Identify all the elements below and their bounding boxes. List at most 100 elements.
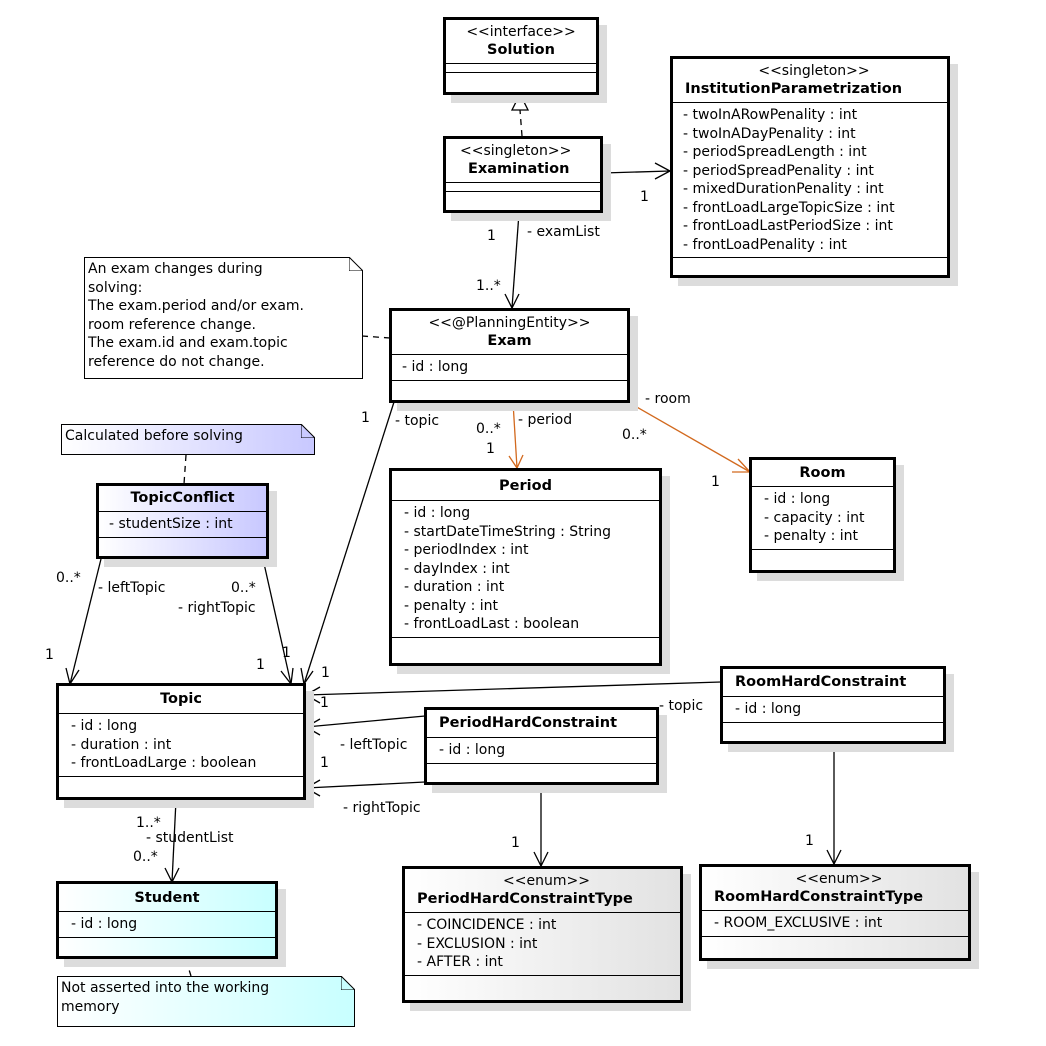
multiplicity-label: 1..* bbox=[476, 278, 501, 294]
attribute-compartment: - id : long bbox=[723, 697, 943, 723]
class-header: <<singleton>> Examination bbox=[446, 139, 600, 183]
class-period-hard-constraint[interactable]: PeriodHardConstraint - id : long bbox=[424, 707, 659, 785]
attribute-compartment: - id : long bbox=[392, 355, 627, 381]
class-header: Topic bbox=[59, 686, 303, 714]
class-student[interactable]: Student - id : long bbox=[56, 881, 278, 959]
stereotype: <<singleton>> bbox=[460, 143, 572, 159]
stereotype: <<interface>> bbox=[466, 24, 576, 40]
operation-compartment bbox=[59, 777, 303, 787]
role-label: - leftTopic bbox=[98, 580, 166, 596]
attribute: - id : long bbox=[402, 359, 469, 375]
attribute-compartment: - id : long - capacity : int - penalty : i… bbox=[752, 487, 893, 550]
class-period[interactable]: Period - id : long - startDateTimeString … bbox=[389, 468, 662, 666]
operation-compartment bbox=[392, 638, 659, 648]
class-header: <<enum>> PeriodHardConstraintType bbox=[405, 869, 680, 913]
note-line: Calculated before solving bbox=[65, 428, 243, 444]
multiplicity-label: 1 bbox=[711, 474, 720, 490]
operation-compartment bbox=[723, 723, 943, 733]
assoc-rhc-topic bbox=[305, 681, 722, 696]
class-examination[interactable]: <<singleton>> Examination bbox=[443, 136, 603, 213]
class-topic[interactable]: Topic - id : long - duration : int - front… bbox=[56, 683, 306, 800]
assoc-exam-list bbox=[511, 212, 520, 309]
attribute: - id : long bbox=[764, 491, 831, 507]
class-name: PeriodHardConstraintType bbox=[417, 891, 633, 907]
operation-compartment bbox=[446, 73, 596, 83]
class-period-hard-constraint-type[interactable]: <<enum>> PeriodHardConstraintType - COIN… bbox=[402, 866, 683, 1003]
attribute: - penalty : int bbox=[764, 528, 858, 544]
attribute: - dayIndex : int bbox=[404, 560, 510, 577]
note-calculated-before-solving: Calculated before solving bbox=[61, 424, 315, 455]
class-name: InstitutionParametrization bbox=[685, 81, 903, 97]
role-label: - topic bbox=[659, 698, 704, 714]
assoc-phc-right-topic bbox=[305, 781, 426, 789]
multiplicity-label: 1 bbox=[320, 695, 329, 711]
attribute-compartment: - studentSize : int bbox=[99, 512, 266, 538]
assoc-exam-topic bbox=[303, 401, 395, 685]
multiplicity-label: 1 bbox=[640, 189, 649, 205]
multiplicity-label: 1 bbox=[487, 228, 496, 244]
multiplicity-label: 1 bbox=[486, 441, 495, 457]
class-topic-conflict[interactable]: TopicConflict - studentSize : int bbox=[96, 483, 269, 559]
attribute: - startDateTimeString : String bbox=[404, 523, 612, 540]
attribute: - AFTER : int bbox=[417, 954, 503, 970]
class-solution[interactable]: <<interface>> Solution bbox=[443, 17, 599, 95]
note-line: room reference change. bbox=[88, 316, 256, 333]
multiplicity-label: 0..* bbox=[56, 570, 81, 586]
operation-compartment bbox=[752, 550, 893, 560]
stereotype: <<@PlanningEntity>> bbox=[428, 315, 591, 331]
arrowhead bbox=[280, 667, 294, 686]
attribute-compartment: - id : long - duration : int - frontLoadLa… bbox=[59, 714, 303, 777]
multiplicity-label: 1 bbox=[282, 645, 291, 661]
attribute: - ROOM_EXCLUSIVE : int bbox=[714, 915, 883, 931]
attribute: - EXCLUSION : int bbox=[417, 935, 538, 952]
class-institution-parametrization[interactable]: <<singleton>> InstitutionParametrization… bbox=[670, 56, 950, 278]
class-header: Student bbox=[59, 884, 275, 912]
attribute-compartment: - COINCIDENCE : int - EXCLUSION : int - AF… bbox=[405, 913, 680, 976]
stereotype: <<enum>> bbox=[503, 873, 590, 889]
multiplicity-label: 1 bbox=[45, 647, 54, 663]
class-header: <<@PlanningEntity>> Exam bbox=[392, 311, 627, 355]
attribute: - frontLoadLargeTopicSize : int bbox=[683, 199, 895, 216]
class-name: Examination bbox=[468, 161, 570, 177]
class-room-hard-constraint[interactable]: RoomHardConstraint - id : long bbox=[720, 666, 946, 744]
multiplicity-label: 1 bbox=[320, 755, 329, 771]
note-line: The exam.period and/or exam. bbox=[88, 298, 305, 314]
class-room-hard-constraint-type[interactable]: <<enum>> RoomHardConstraintType - ROOM_E… bbox=[699, 864, 971, 961]
multiplicity-label: 1 bbox=[805, 833, 814, 849]
attribute: - penalty : int bbox=[404, 597, 498, 614]
attribute: - periodSpreadLength : int bbox=[683, 144, 867, 160]
class-header: <<interface>> Solution bbox=[446, 20, 596, 64]
stereotype: <<enum>> bbox=[795, 871, 883, 887]
attribute: - periodIndex : int bbox=[404, 542, 529, 558]
operation-compartment bbox=[702, 937, 968, 947]
multiplicity-label: 0..* bbox=[622, 427, 647, 443]
class-exam[interactable]: <<@PlanningEntity>> Exam - id : long bbox=[389, 308, 630, 403]
note-not-asserted: Not asserted into the working memory bbox=[57, 976, 355, 1027]
attribute: - frontLoadPenality : int bbox=[683, 236, 847, 253]
class-name: PeriodHardConstraint bbox=[439, 715, 618, 731]
attribute: - frontLoadLarge : boolean bbox=[71, 755, 257, 771]
note-fold-icon bbox=[341, 976, 355, 990]
multiplicity-label: 1 bbox=[321, 665, 330, 681]
attribute: - duration : int bbox=[404, 579, 505, 595]
attribute: - id : long bbox=[439, 742, 506, 758]
operation-compartment bbox=[446, 192, 600, 202]
operation-compartment bbox=[59, 938, 275, 948]
attribute: - COINCIDENCE : int bbox=[417, 917, 557, 933]
class-name: RoomHardConstraintType bbox=[714, 889, 924, 905]
class-name: Topic bbox=[160, 691, 202, 707]
class-header: RoomHardConstraint bbox=[723, 669, 943, 697]
attribute-compartment: - id : long - startDateTimeString : Strin… bbox=[392, 501, 659, 638]
role-label: - rightTopic bbox=[343, 800, 421, 816]
multiplicity-label: 1 bbox=[361, 410, 370, 426]
note-line: reference do not change. bbox=[88, 353, 265, 370]
assoc-phc-left-topic bbox=[305, 715, 426, 728]
class-name: RoomHardConstraint bbox=[735, 674, 907, 690]
attribute: - frontLoadLast : boolean bbox=[404, 616, 580, 632]
multiplicity-label: 1 bbox=[511, 835, 520, 851]
class-room[interactable]: Room - id : long - capacity : int - penalt… bbox=[749, 457, 896, 573]
class-header: <<enum>> RoomHardConstraintType bbox=[702, 867, 968, 911]
attribute: - id : long bbox=[735, 701, 802, 717]
attribute-compartment: - id : long bbox=[427, 738, 656, 764]
class-name: Exam bbox=[487, 333, 532, 349]
